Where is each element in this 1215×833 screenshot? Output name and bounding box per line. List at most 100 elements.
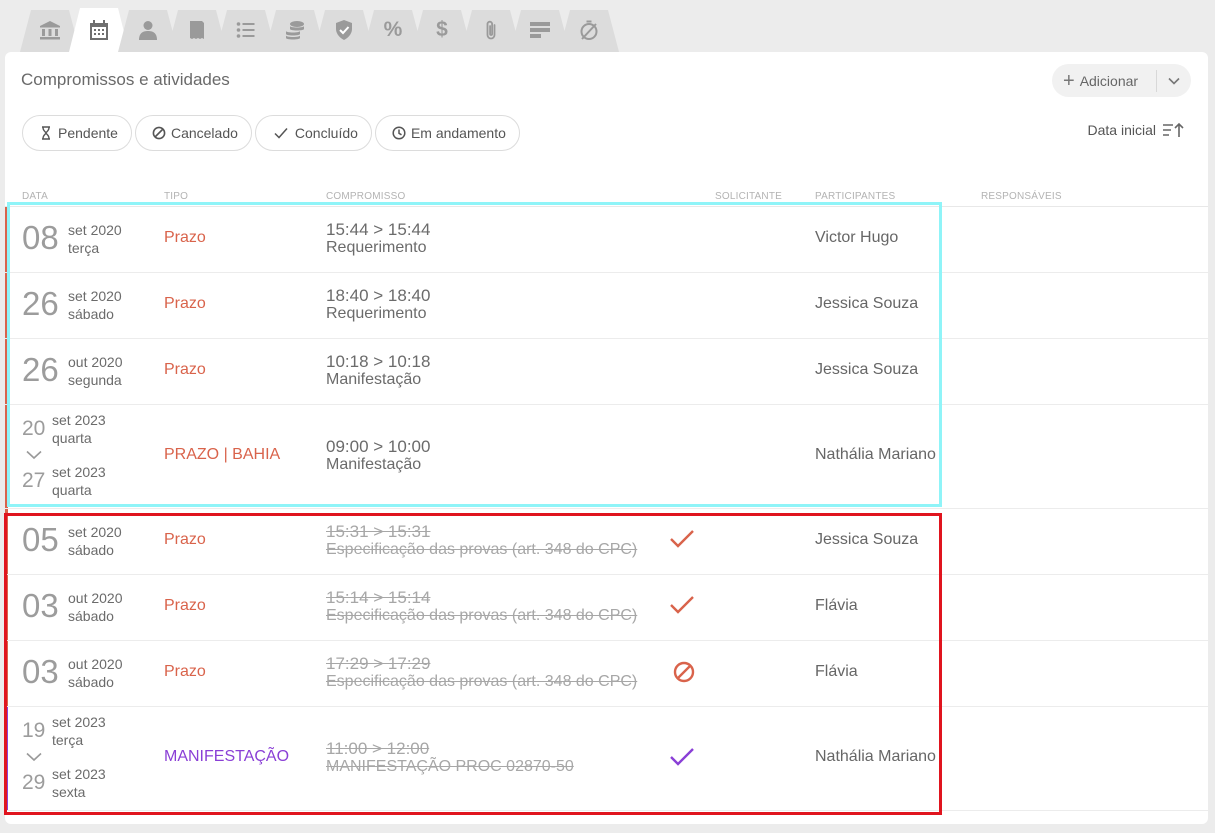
row-description: Manifestação [326, 456, 422, 473]
filter-pendente[interactable]: Pendente [22, 115, 132, 151]
col-tipo[interactable]: TIPO [164, 191, 188, 202]
table-row[interactable]: 19 set 2023 terça 29 set 2023 sexta MANI… [5, 707, 1208, 811]
timer-off-icon [580, 20, 598, 40]
row-time: 09:00 > 10:00 [326, 437, 431, 456]
add-button-label: Adicionar [1079, 72, 1139, 89]
row-time: 15:31 > 15:31 [326, 522, 431, 541]
concluded-check-icon [670, 596, 694, 614]
range-chevron-icon [26, 450, 42, 460]
start-day: 19 [22, 719, 46, 742]
row-type: Prazo [164, 597, 206, 614]
row-participant: Jessica Souza [815, 295, 919, 312]
start-weekday: terça [52, 732, 84, 748]
row-time: 15:44 > 15:44 [326, 220, 431, 239]
date-day: 05 [22, 521, 59, 558]
filter-concluido[interactable]: Concluído [254, 115, 372, 151]
end-month: set 2023 [52, 464, 106, 480]
col-compromisso[interactable]: COMPROMISSO [326, 191, 405, 202]
row-participant: Victor Hugo [815, 229, 899, 246]
type-color-bar [5, 405, 8, 508]
paperclip-icon [486, 20, 496, 40]
percent-icon: % [383, 18, 403, 41]
date-day: 08 [22, 219, 59, 256]
date-day: 03 [22, 653, 59, 690]
table-row[interactable]: 05 set 2020 sábado Prazo 15:31 > 15:31 E… [5, 509, 1208, 575]
bank-icon [40, 21, 60, 40]
end-month: set 2023 [52, 766, 106, 782]
start-month: set 2023 [52, 412, 106, 428]
panel-title: Compromissos e atividades [21, 70, 230, 89]
person-icon [139, 21, 157, 40]
date-month: out 2020 [68, 656, 123, 672]
row-time: 18:40 > 18:40 [326, 286, 431, 305]
dollar-icon: $ [436, 18, 448, 41]
clock-icon [392, 126, 406, 140]
filter-concluido-label: Concluído [294, 125, 358, 141]
row-description: Requerimento [326, 239, 427, 256]
table-row[interactable]: 26 out 2020 segunda Prazo 10:18 > 10:18 … [5, 339, 1208, 405]
add-button[interactable]: + Adicionar [1052, 69, 1157, 92]
date-weekday: segunda [68, 372, 122, 388]
type-color-bar [5, 707, 8, 810]
add-button-group: + Adicionar [1052, 64, 1191, 97]
filter-cancelado[interactable]: Cancelado [134, 115, 252, 151]
filter-cancelado-label: Cancelado [170, 125, 238, 141]
date-weekday: sábado [68, 542, 114, 558]
end-weekday: sexta [52, 784, 86, 800]
sort-control[interactable]: Data inicial [1088, 122, 1184, 138]
row-time: 15:14 > 15:14 [326, 588, 431, 607]
calendar-icon [90, 20, 108, 40]
table-row[interactable]: 08 set 2020 terça Prazo 15:44 > 15:44 Re… [5, 207, 1208, 273]
sort-ascending-icon [1163, 122, 1184, 137]
end-weekday: quarta [52, 482, 92, 498]
table-row[interactable]: 03 out 2020 sábado Prazo 15:14 > 15:14 E… [5, 575, 1208, 641]
date-month: set 2020 [68, 524, 122, 540]
row-participant: Flávia [815, 663, 858, 680]
row-type: Prazo [164, 295, 206, 312]
table-row[interactable]: 03 out 2020 sábado Prazo 17:29 > 17:29 E… [5, 641, 1208, 707]
tab-timer-off[interactable] [559, 8, 619, 52]
type-color-bar [5, 273, 8, 338]
table-row[interactable]: 20 set 2023 quarta 27 set 2023 quarta PR… [5, 405, 1208, 509]
type-color-bar [5, 641, 8, 706]
col-participantes[interactable]: PARTICIPANTES [815, 191, 895, 202]
type-color-bar [5, 207, 8, 272]
end-day: 27 [22, 469, 46, 492]
row-description: Manifestação [326, 371, 422, 388]
cancelled-icon [673, 661, 695, 683]
type-color-bar [5, 575, 8, 640]
row-type: MANIFESTAÇÃO [164, 748, 290, 765]
date-day: 26 [22, 285, 59, 322]
date-day: 03 [22, 587, 59, 624]
row-participant: Flávia [815, 597, 858, 614]
appointments-panel: Compromissos e atividades + Adicionar Pe… [5, 52, 1208, 824]
filter-em-andamento[interactable]: Em andamento [374, 115, 520, 151]
filter-em-andamento-label: Em andamento [410, 125, 506, 141]
date-month: out 2020 [68, 590, 123, 606]
end-day: 29 [22, 771, 46, 794]
row-type: PRAZO | BAHIA [164, 446, 281, 463]
sort-label: Data inicial [1087, 122, 1156, 138]
document-icon [190, 21, 204, 39]
row-type: Prazo [164, 531, 206, 548]
date-weekday: sábado [68, 608, 114, 624]
col-solicitante[interactable]: SOLICITANTE [715, 191, 782, 202]
table-row[interactable]: 26 set 2020 sábado Prazo 18:40 > 18:40 R… [5, 273, 1208, 339]
col-responsaveis[interactable]: RESPONSÁVEIS [981, 191, 1062, 202]
row-type: Prazo [164, 663, 206, 680]
date-month: set 2020 [68, 222, 122, 238]
row-participant: Jessica Souza [815, 531, 919, 548]
filter-pendente-label: Pendente [58, 125, 118, 141]
table-header: DATA TIPO COMPROMISSO SOLICITANTE PARTIC… [5, 190, 1208, 207]
concluded-check-icon [670, 748, 694, 766]
date-weekday: sábado [68, 306, 114, 322]
date-weekday: terça [68, 240, 100, 256]
date-weekday: sábado [68, 674, 114, 690]
type-color-bar [5, 509, 8, 574]
shield-icon [336, 20, 352, 40]
row-participant: Nathália Mariano [815, 446, 936, 463]
col-data[interactable]: DATA [22, 191, 48, 202]
coins-icon [286, 21, 304, 40]
add-dropdown-toggle[interactable] [1157, 77, 1191, 85]
start-month: set 2023 [52, 714, 106, 730]
